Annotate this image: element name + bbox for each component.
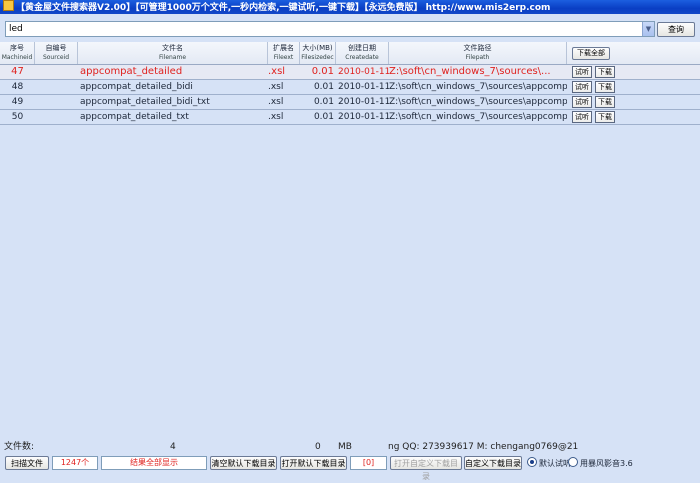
cell-filesize: 0.01 <box>313 82 334 92</box>
download-count-field: [0] <box>350 456 387 470</box>
radio-storm-player[interactable]: 用暴风影音3.6 <box>568 457 633 470</box>
listen-button[interactable]: 试听 <box>572 66 592 78</box>
cell-machineid: 47 <box>11 66 24 77</box>
cell-fileext: .xsl <box>268 66 286 77</box>
cell-filename: appcompat_detailed_txt <box>80 112 189 122</box>
download-button[interactable]: 下载 <box>595 81 615 93</box>
table-row[interactable]: 50 appcompat_detailed_txt .xsl 0.01 2010… <box>0 110 700 125</box>
cell-fileext: .xsl <box>268 82 284 92</box>
file-count-value: 4 <box>170 442 176 452</box>
results-grid: 序号 Machineid 自编号 Sourceid 文件名 Filename 扩展名 F… <box>0 42 700 438</box>
cell-createdate: 2010-01-11 <box>338 82 389 92</box>
cell-createdate: 2010-01-11 <box>338 97 389 107</box>
cell-machineid: 48 <box>11 82 24 92</box>
open-default-dir-button[interactable]: 打开默认下载目录 <box>280 456 347 470</box>
cell-machineid: 50 <box>11 112 24 122</box>
total-size-value: 0 <box>315 442 321 452</box>
column-header-sourceid[interactable]: 自编号 Sourceid <box>35 42 78 64</box>
cell-filepath: Z:\soft\cn_windows_7\sources\appcomp... <box>389 82 567 92</box>
cell-filesize: 0.01 <box>313 112 334 122</box>
search-row: led ▼ 查询 <box>0 16 700 42</box>
cell-filename: appcompat_detailed_bidi_txt <box>80 97 210 107</box>
contact-info: ng QQ: 273939617 M: chengang0769@21 <box>388 442 579 452</box>
table-row[interactable]: 48 appcompat_detailed_bidi .xsl 0.01 201… <box>0 80 700 95</box>
title-bar: 【黄金屋文件搜索器V2.00】【可管理1000万个文件,一秒内检索,一键试听,一… <box>0 0 700 14</box>
cell-filepath: Z:\soft\cn_windows_7\sources\... <box>389 66 551 77</box>
column-header-filesize[interactable]: 大小(MB) Filesizedec <box>300 42 336 64</box>
table-row[interactable]: 49 appcompat_detailed_bidi_txt .xsl 0.01… <box>0 95 700 110</box>
cell-sourceid <box>35 80 78 94</box>
download-button[interactable]: 下载 <box>595 66 615 78</box>
bottom-toolbar: 扫描文件 1247个 结果全部显示 清空默认下载目录 打开默认下载目录 [0] … <box>0 455 700 481</box>
window-title: 【黄金屋文件搜索器V2.00】【可管理1000万个文件,一秒内检索,一键试听,一… <box>16 3 551 13</box>
cell-createdate: 2010-01-11 <box>338 112 389 122</box>
cell-sourceid <box>35 95 78 109</box>
radio-default-listen[interactable]: 默认试听 <box>527 457 571 470</box>
open-custom-dir-button: 打开自定义下载目录 <box>390 456 462 481</box>
chevron-down-icon[interactable]: ▼ <box>642 22 654 36</box>
listen-button[interactable]: 试听 <box>572 81 592 93</box>
result-status-field: 结果全部显示 <box>101 456 207 470</box>
download-button[interactable]: 下载 <box>595 96 615 108</box>
app-icon <box>3 0 14 11</box>
cell-createdate: 2010-01-11 <box>338 67 389 77</box>
table-header: 序号 Machineid 自编号 Sourceid 文件名 Filename 扩展名 F… <box>0 42 700 65</box>
cell-filesize: 0.01 <box>311 66 334 77</box>
cell-filesize: 0.01 <box>313 97 334 107</box>
radio-selected-icon <box>527 457 537 467</box>
listen-button[interactable]: 试听 <box>572 96 592 108</box>
cell-machineid: 49 <box>11 97 24 107</box>
column-header-filename[interactable]: 文件名 Filename <box>78 42 268 64</box>
cell-fileext: .xsl <box>268 97 284 107</box>
column-header-filepath[interactable]: 文件路径 Filepath <box>389 42 567 64</box>
size-unit: MB <box>338 442 352 452</box>
scan-files-button[interactable]: 扫描文件 <box>5 456 49 470</box>
cell-fileext: .xsl <box>268 112 284 122</box>
column-header-createdate[interactable]: 创建日期 Createdate <box>336 42 389 64</box>
file-count-label: 文件数: <box>4 442 35 452</box>
search-input[interactable]: led <box>5 21 655 37</box>
cell-sourceid <box>35 65 78 79</box>
column-header-fileext[interactable]: 扩展名 Fileext <box>268 42 300 64</box>
cell-filename: appcompat_detailed <box>80 66 183 77</box>
custom-dir-button[interactable]: 自定义下载目录 <box>464 456 522 470</box>
table-row[interactable]: 47 appcompat_detailed .xsl 0.01 2010-01-… <box>0 65 700 80</box>
download-button[interactable]: 下载 <box>595 111 615 123</box>
cell-filepath: Z:\soft\cn_windows_7\sources\appcomp... <box>389 97 567 107</box>
clear-default-dir-button[interactable]: 清空默认下载目录 <box>210 456 277 470</box>
cell-filename: appcompat_detailed_bidi <box>80 82 193 92</box>
radio-unselected-icon <box>568 457 578 467</box>
column-header-machineid[interactable]: 序号 Machineid <box>0 42 35 64</box>
cell-filepath: Z:\soft\cn_windows_7\sources\appcomp... <box>389 112 567 122</box>
indexed-count-field: 1247个 <box>52 456 98 470</box>
cell-sourceid <box>35 110 78 124</box>
search-button[interactable]: 查询 <box>657 22 695 37</box>
status-bar: 文件数: 4 0 MB ng QQ: 273939617 M: chengang… <box>0 440 700 454</box>
download-all-button[interactable]: 下载全部 <box>572 47 610 60</box>
listen-button[interactable]: 试听 <box>572 111 592 123</box>
